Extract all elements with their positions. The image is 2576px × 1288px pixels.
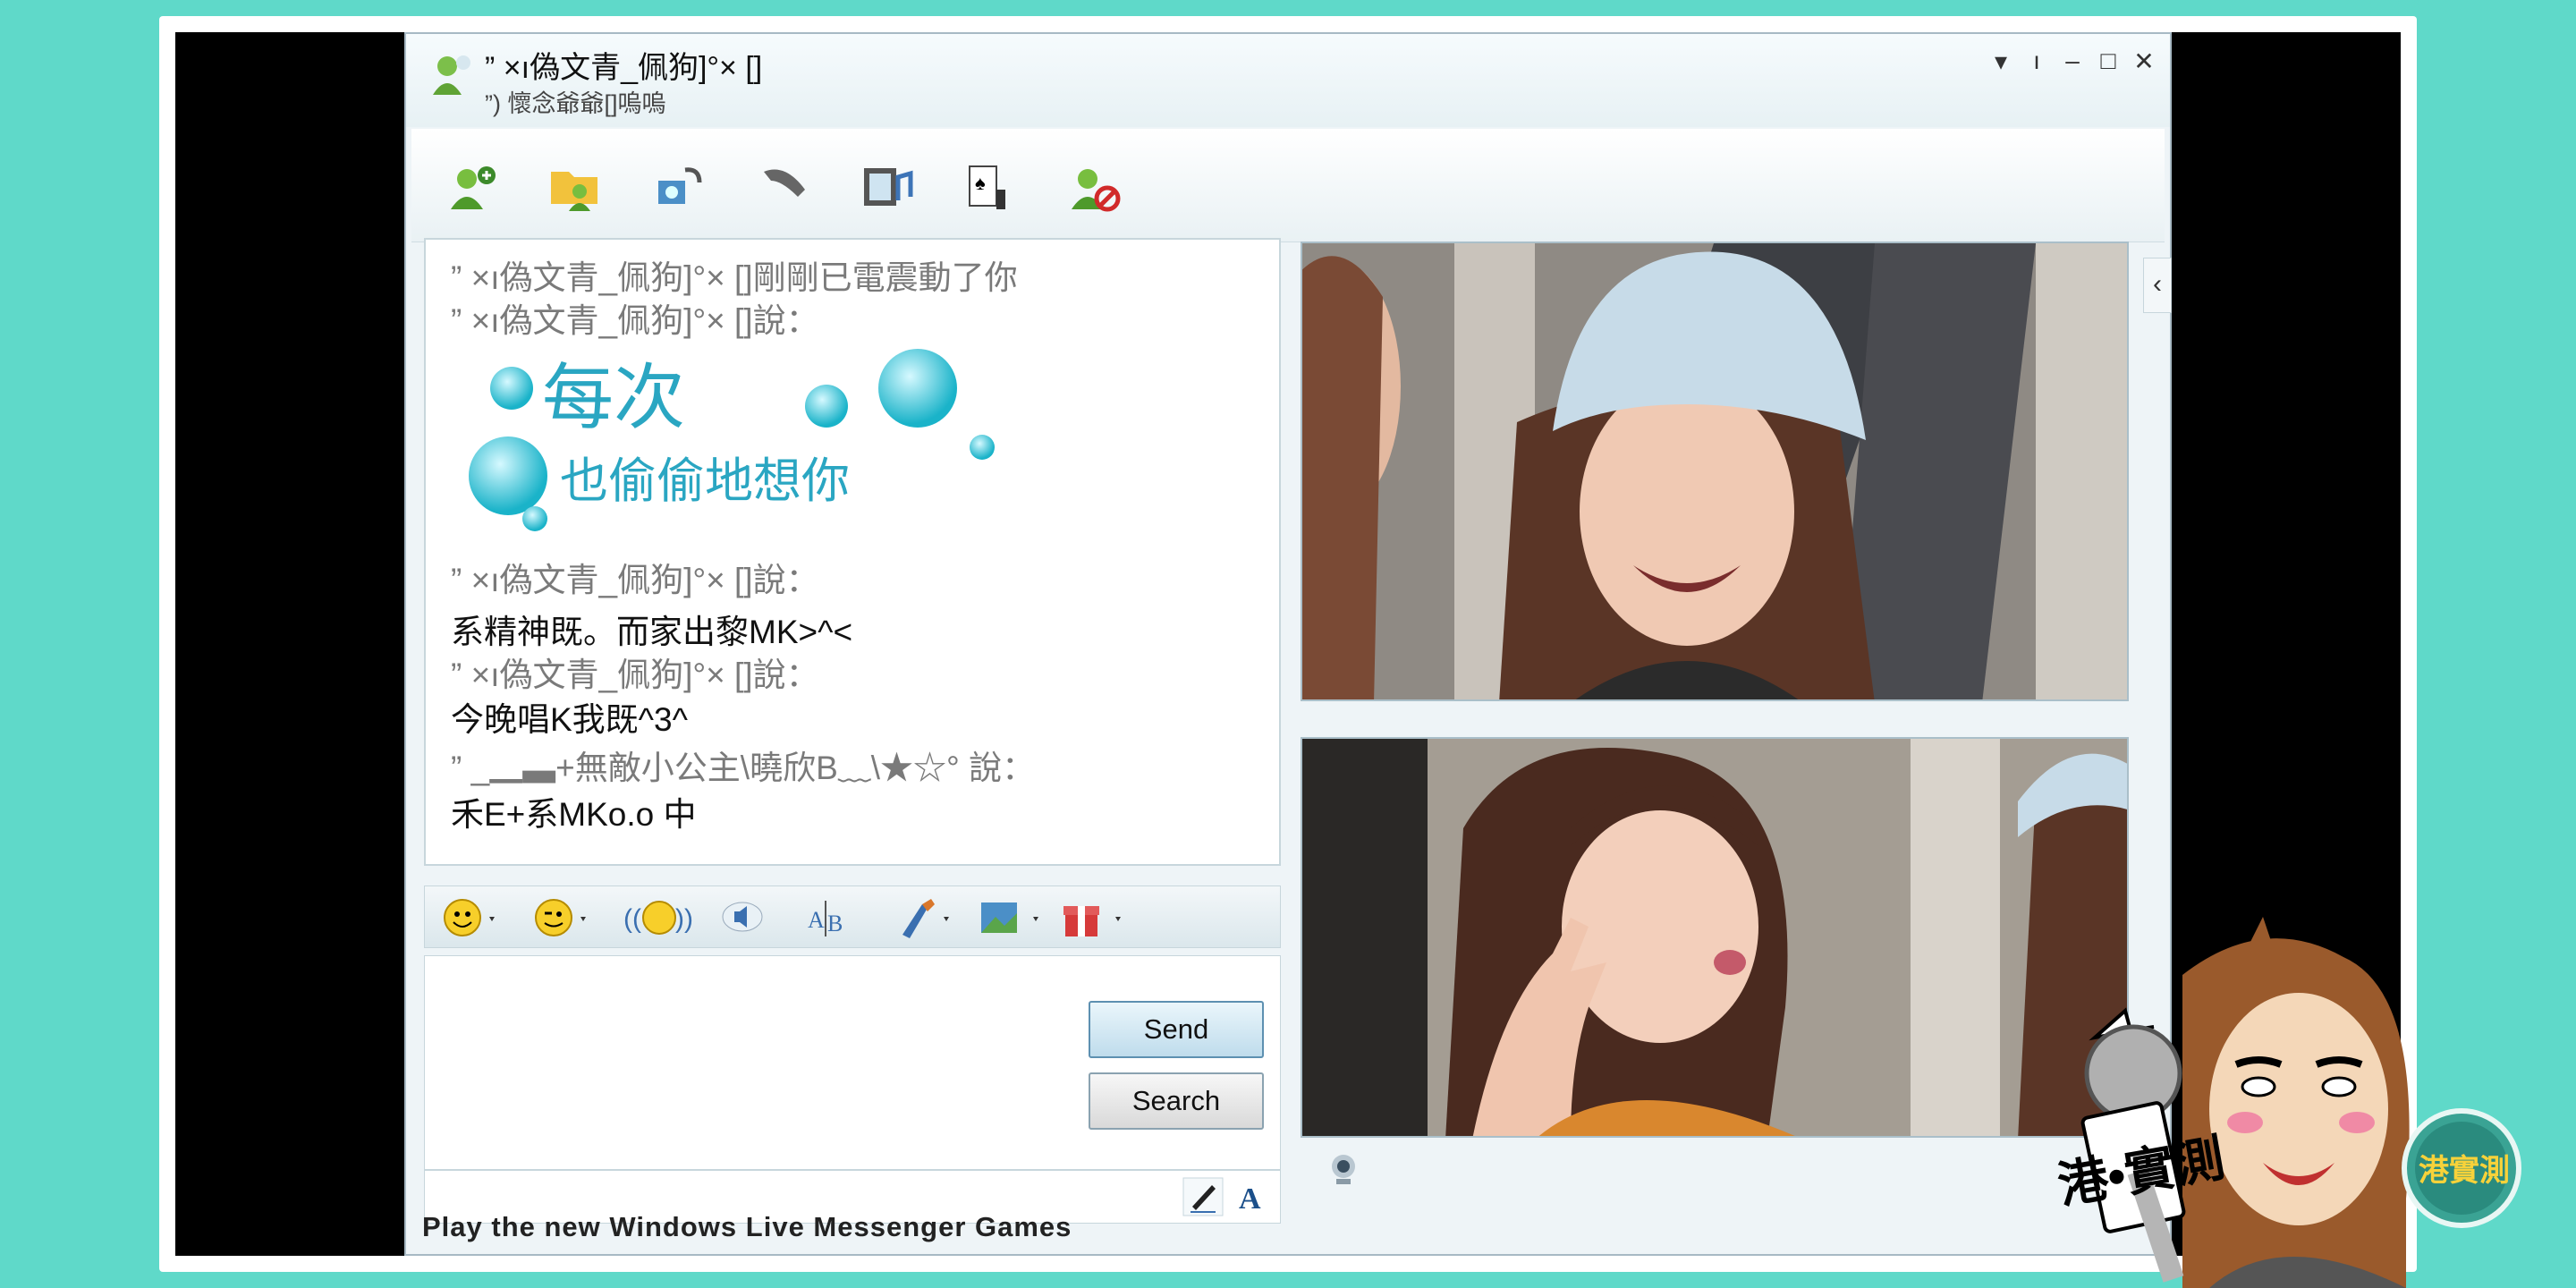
chat-line-header: ” ×ı偽文青_佩狗]°× []說： [451,657,819,693]
window-controls: ▾ ı ‒ □ ✕ [1989,47,2156,76]
conversation-history[interactable]: ” ×ı偽文青_佩狗]°× []剛剛已電震動了你 ” ×ı偽文青_佩狗]°× [… [424,238,1281,866]
font-icon[interactable]: AB [804,895,858,940]
minimize-icon[interactable]: ‒ [2061,47,2084,76]
logo-text: 港實測 [2419,1153,2510,1188]
svg-text:B: B [827,911,843,936]
activities-icon[interactable] [859,159,916,216]
collapse-panel-icon[interactable]: ‹ [2143,258,2172,313]
maximize-icon[interactable]: □ [2097,47,2120,76]
search-button[interactable]: Search [1089,1072,1264,1130]
sticker-image: 每次 也偷偷地想你 [469,349,995,531]
handwriting-icon[interactable] [1182,1176,1224,1217]
contact-status-message: ”) 懷念爺爺[]嗚嗚 [485,90,666,117]
contact-name: ” ×ı偽文青_佩狗]°× [] [485,51,763,85]
svg-text:♠: ♠ [975,172,986,194]
svg-text:A: A [808,907,825,933]
chat-line-header: ” ×ı偽文青_佩狗]°× []剛剛已電震動了你 [451,259,1018,296]
nudge-icon[interactable]: (()) [623,895,695,940]
chat-line-header: ” _▁▃+無敵小公主\曉欣B﹏\★☆° 說： [451,750,1036,786]
channel-mascot: 港•實測 [2054,917,2410,1288]
share-folder-icon[interactable] [546,159,603,216]
add-contact-icon[interactable] [444,159,501,216]
self-video-feed [1301,737,2129,1138]
phone-icon[interactable] [755,159,812,216]
chat-message: 今晚唱K我既^3^ [451,701,688,738]
games-icon[interactable]: ♠ [962,159,1020,216]
background-icon[interactable] [895,895,958,940]
formatting-toolbar: (()) AB [424,886,1281,948]
svg-text:A: A [1239,1182,1261,1216]
channel-logo: 港實測 [2402,1108,2521,1228]
webcam-controls [1301,1143,2129,1195]
chat-message: 禾E+系MKo.o 中 [451,796,697,833]
emoticon-icon[interactable] [441,895,504,940]
webcam-image-top [1302,243,2127,699]
send-button[interactable]: Send [1089,1001,1264,1058]
close-icon[interactable]: ✕ [2132,47,2156,76]
wallpaper-icon[interactable] [978,895,1049,940]
text-mode-icon[interactable]: A [1230,1176,1273,1217]
wink-icon[interactable] [532,895,595,940]
webcam-icon[interactable] [1326,1152,1361,1188]
titlebar: ” ×ı偽文青_佩狗]°× [] ”) 懷念爺爺[]嗚嗚 ▾ ı ‒ □ ✕ [406,34,2170,127]
chat-line-header: ” ×ı偽文青_佩狗]°× []說： [451,562,819,598]
messenger-window: ” ×ı偽文青_佩狗]°× [] ”) 懷念爺爺[]嗚嗚 ▾ ı ‒ □ ✕ ♠ [404,32,2172,1256]
action-toolbar: ♠ [411,129,2165,242]
letterbox-left [175,32,404,1256]
menu-dropdown-icon[interactable]: ▾ [1989,47,2012,76]
message-input[interactable]: Send Search [424,955,1281,1170]
gift-icon[interactable] [1060,895,1131,940]
video-call-icon[interactable] [649,159,707,216]
block-contact-icon[interactable] [1066,159,1123,216]
webcam-image-bottom [1302,739,2127,1136]
sticker-text-1: 每次 [542,358,685,437]
separator-icon: ı [2033,47,2040,74]
contact-video-feed [1301,242,2129,701]
svg-text:)): )) [675,904,693,934]
chat-message: 系精神既。而家出黎MK>^< [451,614,853,650]
chat-line-header: ” ×ı偽文青_佩狗]°× []說： [451,302,819,339]
svg-text:((: (( [623,904,641,934]
buddy-icon [433,55,470,95]
sticker-text-2: 也偷偷地想你 [560,454,850,508]
voice-clip-icon[interactable] [720,895,765,940]
games-ticker[interactable]: Play the new Windows Live Messenger Game… [422,1211,1072,1243]
